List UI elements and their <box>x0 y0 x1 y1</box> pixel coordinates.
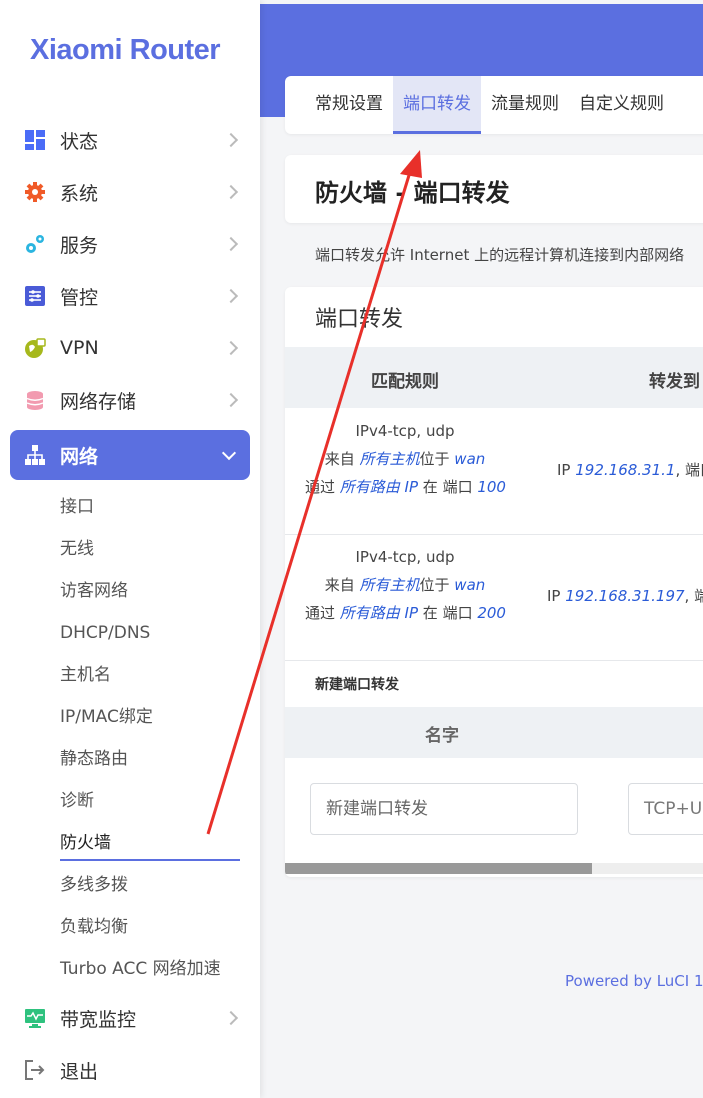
rule-source: 来自 所有主机位于 wan <box>324 576 486 594</box>
dashboard-icon <box>24 129 46 151</box>
sidebar: Xiaomi Router 状态 系统 服务 管控 VPN 网络存储 网络 接口… <box>0 0 260 1098</box>
sidebar-item-status[interactable]: 状态 <box>0 114 260 166</box>
column-header-name: 名字 <box>425 726 459 746</box>
network-icon <box>24 444 46 466</box>
table-row: IPv4-tcp, udp 来自 所有主机位于 wan 通过 所有路由 IP 在… <box>285 535 703 661</box>
submenu-item-ip-mac-binding[interactable]: IP/MAC绑定 <box>0 696 260 738</box>
destination-ip: 192.168.31.1 <box>575 461 676 479</box>
via-ip: 所有路由 IP <box>339 604 419 622</box>
chevron-down-icon <box>221 445 237 461</box>
submenu-item-multiwan[interactable]: 多线多拨 <box>0 864 260 906</box>
network-submenu: 接口 无线 访客网络 DHCP/DNS 主机名 IP/MAC绑定 静态路由 诊断… <box>0 484 260 992</box>
sidebar-item-label: 管控 <box>60 286 99 309</box>
sidebar-item-services[interactable]: 服务 <box>0 218 260 270</box>
sidebar-item-label: 网络 <box>60 445 99 468</box>
external-port: 200 <box>477 604 506 622</box>
sidebar-item-label: VPN <box>60 337 99 359</box>
sidebar-item-control[interactable]: 管控 <box>0 270 260 322</box>
rule-via: 通过 所有路由 IP 在 端口 200 <box>305 604 506 622</box>
vpn-globe-icon <box>24 337 46 359</box>
new-forward-name-input[interactable]: 新建端口转发 <box>310 783 578 835</box>
port-forward-section: 端口转发 匹配规则 转发到 IPv4-tcp, udp 来自 所有主机位于 wa… <box>285 287 703 877</box>
new-forward-header: 名字 <box>285 707 703 758</box>
tab-port-forwarding[interactable]: 端口转发 <box>393 76 481 134</box>
submenu-item-guest-network[interactable]: 访客网络 <box>0 570 260 612</box>
forward-destination: IP 192.168.31.197, 端口 <box>547 587 703 605</box>
via-ip: 所有路由 IP <box>339 478 419 496</box>
sidebar-item-label: 状态 <box>60 130 99 153</box>
logout-icon <box>24 1059 46 1081</box>
sidebar-item-label: 带宽监控 <box>60 1008 137 1031</box>
rule-protocol: IPv4-tcp, udp <box>355 422 455 440</box>
destination-ip: 192.168.31.197 <box>565 587 685 605</box>
database-icon <box>24 389 46 411</box>
source-hosts: 所有主机 <box>359 450 420 468</box>
submenu-item-interfaces[interactable]: 接口 <box>0 486 260 528</box>
rule-match-text: IPv4-tcp, udp 来自 所有主机位于 wan 通过 所有路由 IP 在… <box>305 543 506 627</box>
source-zone: wan <box>454 576 486 594</box>
sliders-icon <box>24 285 46 307</box>
gear-icon <box>24 181 46 203</box>
tab-general-settings[interactable]: 常规设置 <box>285 76 393 134</box>
sidebar-item-network[interactable]: 网络 <box>10 430 250 480</box>
forward-destination: IP 192.168.31.1, 端口 <box>557 461 703 479</box>
sidebar-item-bandwidth[interactable]: 带宽监控 <box>0 992 260 1044</box>
submenu-item-load-balancing[interactable]: 负载均衡 <box>0 906 260 948</box>
rule-via: 通过 所有路由 IP 在 端口 100 <box>305 478 506 496</box>
horizontal-scrollbar[interactable] <box>285 863 703 874</box>
table-row: IPv4-tcp, udp 来自 所有主机位于 wan 通过 所有路由 IP 在… <box>285 409 703 535</box>
tab-custom-rules[interactable]: 自定义规则 <box>569 76 674 134</box>
submenu-item-static-routes[interactable]: 静态路由 <box>0 738 260 780</box>
rule-match-text: IPv4-tcp, udp 来自 所有主机位于 wan 通过 所有路由 IP 在… <box>305 417 506 501</box>
sidebar-item-label: 退出 <box>60 1060 99 1083</box>
chevron-right-icon <box>223 236 239 252</box>
section-title: 端口转发 <box>315 307 404 332</box>
submenu-item-wireless[interactable]: 无线 <box>0 528 260 570</box>
chevron-right-icon <box>223 288 239 304</box>
chevron-right-icon <box>223 392 239 408</box>
sidebar-menu: 状态 系统 服务 管控 VPN 网络存储 网络 接口 无线 访客网络 DHCP/… <box>0 114 260 1096</box>
new-forward-title: 新建端口转发 <box>315 677 399 693</box>
sidebar-item-label: 系统 <box>60 182 99 205</box>
page-title: 防火墙 - 端口转发 <box>315 179 510 207</box>
chevron-right-icon <box>223 1010 239 1026</box>
column-header-forward-to: 转发到 <box>649 372 700 392</box>
source-hosts: 所有主机 <box>359 576 420 594</box>
column-header-match-rule: 匹配规则 <box>371 372 439 392</box>
submenu-item-turbo-acc[interactable]: Turbo ACC 网络加速 <box>0 948 260 990</box>
rule-protocol: IPv4-tcp, udp <box>355 548 455 566</box>
external-port: 100 <box>477 478 506 496</box>
sidebar-item-storage[interactable]: 网络存储 <box>0 374 260 426</box>
sidebar-item-vpn[interactable]: VPN <box>0 322 260 374</box>
tab-traffic-rules[interactable]: 流量规则 <box>481 76 569 134</box>
submenu-item-dhcp-dns[interactable]: DHCP/DNS <box>0 612 260 654</box>
rule-source: 来自 所有主机位于 wan <box>324 450 486 468</box>
footer-powered-by[interactable]: Powered by LuCI 18 <box>565 972 703 990</box>
submenu-item-firewall[interactable]: 防火墙 <box>0 822 260 864</box>
sidebar-item-label: 服务 <box>60 234 99 257</box>
monitor-icon <box>24 1007 46 1029</box>
source-zone: wan <box>454 450 486 468</box>
page-description: 端口转发允许 Internet 上的远程计算机连接到内部网络 <box>315 246 685 264</box>
sidebar-item-logout[interactable]: 退出 <box>0 1044 260 1096</box>
page-title-card: 防火墙 - 端口转发 <box>285 155 703 223</box>
chevron-right-icon <box>223 132 239 148</box>
tab-bar: 常规设置 端口转发 流量规则 自定义规则 <box>285 76 703 134</box>
sidebar-item-label: 网络存储 <box>60 390 137 413</box>
sidebar-item-system[interactable]: 系统 <box>0 166 260 218</box>
protocol-select[interactable]: TCP+UDP <box>628 783 703 835</box>
services-icon <box>24 233 46 255</box>
table-header: 匹配规则 转发到 <box>285 347 703 408</box>
scrollbar-thumb[interactable] <box>285 863 592 874</box>
chevron-right-icon <box>223 184 239 200</box>
submenu-item-hostnames[interactable]: 主机名 <box>0 654 260 696</box>
chevron-right-icon <box>223 340 239 356</box>
submenu-item-diagnostics[interactable]: 诊断 <box>0 780 260 822</box>
brand-logo: Xiaomi Router <box>30 34 221 66</box>
